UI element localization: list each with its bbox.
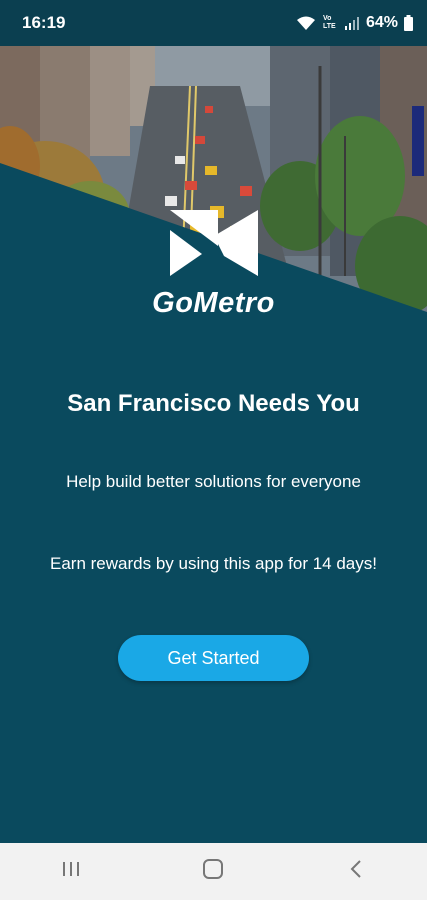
get-started-button[interactable]: Get Started [118, 635, 309, 681]
home-button[interactable] [183, 852, 243, 892]
back-button[interactable] [326, 852, 386, 892]
svg-text:LTE: LTE [323, 23, 336, 29]
status-icons: Vo LTE 64% [296, 13, 413, 34]
home-icon [202, 858, 224, 885]
svg-text:Vo: Vo [323, 15, 331, 22]
signal-icon [344, 15, 360, 31]
gometro-logo: GoMetro [0, 210, 427, 320]
rewards-text: Earn rewards by using this app for 14 da… [50, 554, 377, 573]
battery-percent: 64% [365, 14, 398, 31]
recents-icon [61, 860, 81, 883]
wifi-icon [296, 15, 316, 31]
recents-button[interactable] [41, 852, 101, 892]
system-nav-bar [0, 843, 427, 900]
headline: San Francisco Needs You [67, 390, 360, 417]
volte-icon: Vo LTE [322, 13, 338, 34]
status-time: 16:19 [22, 13, 66, 32]
battery-icon [404, 15, 413, 31]
subline: Help build better solutions for everyone [66, 472, 361, 491]
gometro-logo-text: GoMetro [152, 287, 275, 319]
status-bar: 16:19 Vo LTE 64% [0, 0, 427, 46]
back-icon [349, 859, 363, 884]
gometro-logo-mark-icon [166, 210, 262, 285]
